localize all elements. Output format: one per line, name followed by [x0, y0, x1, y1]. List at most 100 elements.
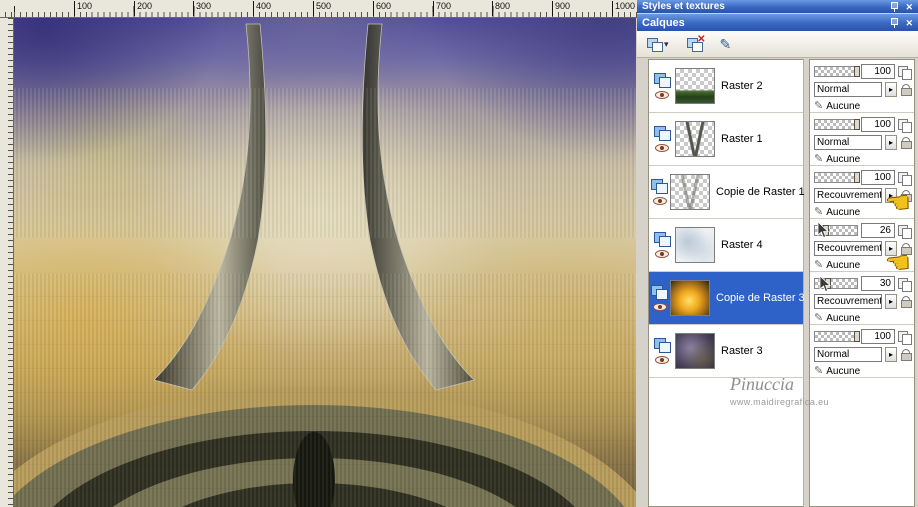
layer-thumbnail[interactable] [670, 280, 710, 316]
layers-palette-title: Calques [642, 16, 685, 29]
visibility-eye-icon[interactable] [652, 303, 667, 311]
blend-mode-arrow-button[interactable]: ▸ [885, 347, 897, 362]
layer-row-icons [651, 126, 673, 152]
layer-thumbnail[interactable] [675, 68, 715, 104]
layer-link-icon[interactable] [898, 118, 912, 133]
layer-name[interactable]: Raster 4 [721, 239, 763, 251]
pin-icon[interactable] [890, 1, 899, 12]
layer-row-icons [651, 179, 668, 205]
opacity-slider[interactable] [814, 119, 860, 130]
opacity-slider[interactable] [814, 331, 860, 342]
layer-name[interactable]: Raster 2 [721, 80, 763, 92]
opacity-slider[interactable] [814, 66, 860, 77]
visibility-eye-icon[interactable] [655, 250, 669, 258]
layer-row[interactable]: Copie de Raster 1 [649, 166, 805, 219]
layer-name[interactable]: Copie de Raster 3 [716, 292, 805, 304]
visibility-eye-icon[interactable] [652, 197, 667, 205]
ruler-label: 700 [433, 1, 451, 16]
blend-mode-arrow-button[interactable]: ▸ [885, 135, 897, 150]
mouse-cursor-icon [817, 221, 830, 239]
link-set-label[interactable]: Aucune [826, 313, 860, 324]
layer-name[interactable]: Raster 3 [721, 345, 763, 357]
layer-link-icon[interactable] [898, 224, 912, 239]
ruler-label: 100 [74, 1, 92, 16]
raster-layer-icon [651, 285, 668, 300]
brush-icon: ✎ [814, 206, 824, 218]
layer-row[interactable]: Raster 4 [649, 219, 803, 272]
layer-thumbnail[interactable] [670, 174, 710, 210]
pointing-hand-icon: ☚ [884, 246, 912, 280]
blend-mode-arrow-button[interactable]: ▸ [885, 294, 897, 309]
blend-mode-select[interactable]: Normal [814, 347, 882, 362]
close-icon[interactable]: ✕ [905, 18, 913, 28]
raster-layer-icon [653, 126, 671, 141]
styles-palette-titlebar[interactable]: Styles et textures ✕ [637, 0, 918, 13]
opacity-value[interactable]: 100 [861, 170, 895, 185]
lock-transparency-icon[interactable] [901, 296, 912, 308]
layer-row-icons [651, 73, 673, 99]
raster-layer-icon [653, 232, 671, 247]
layer-thumbnail[interactable] [675, 121, 715, 157]
layer-link-icon[interactable] [898, 65, 912, 80]
visibility-eye-icon[interactable] [655, 144, 669, 152]
stripe-texture-upper [14, 88, 636, 238]
layer-link-icon[interactable] [898, 171, 912, 186]
opacity-value[interactable]: 100 [861, 64, 895, 79]
lock-transparency-icon[interactable] [901, 84, 912, 96]
layer-row-selected[interactable]: Copie de Raster 3 [649, 272, 805, 325]
stripe-texture-lower [14, 273, 636, 507]
layer-row-icons [651, 285, 668, 311]
layer-row[interactable]: Raster 3 [649, 325, 803, 378]
blend-mode-select[interactable]: Normal [814, 82, 882, 97]
layer-row-icons [651, 232, 673, 258]
blend-mode-arrow-button[interactable]: ▸ [885, 82, 897, 97]
link-set-label[interactable]: Aucune [826, 154, 860, 165]
opacity-value[interactable]: 100 [861, 117, 895, 132]
layer-link-icon[interactable] [898, 330, 912, 345]
link-set-label[interactable]: Aucune [826, 207, 860, 218]
link-set-label[interactable]: Aucune [826, 260, 860, 271]
brush-icon: ✎ [814, 100, 824, 112]
horizontal-ruler[interactable]: 100 200 300 400 500 600 700 800 900 1000 [0, 0, 637, 18]
blend-mode-select[interactable]: Recouvrement [814, 294, 882, 309]
layers-palette-titlebar[interactable]: Calques ✕ [637, 14, 918, 31]
layer-controls: 100 Normal ▸ ✎ Aucune [810, 60, 914, 113]
close-icon[interactable]: ✕ [905, 2, 913, 12]
lock-transparency-icon[interactable] [901, 349, 912, 361]
canvas[interactable] [14, 18, 636, 507]
ruler-label: 400 [253, 1, 271, 16]
new-layer-button[interactable]: ▾ [643, 33, 673, 55]
new-layer-icon [647, 37, 663, 52]
opacity-slider[interactable] [814, 172, 860, 183]
edit-selection-button[interactable]: ✎ [716, 33, 736, 55]
opacity-value[interactable]: 26 [861, 223, 895, 238]
blend-mode-select[interactable]: Recouvrement [814, 188, 882, 203]
layer-thumbnail[interactable] [675, 333, 715, 369]
opacity-value[interactable]: 100 [861, 329, 895, 344]
pin-icon[interactable] [890, 17, 899, 28]
vertical-ruler[interactable] [0, 18, 14, 507]
raster-layer-icon [653, 73, 671, 88]
visibility-eye-icon[interactable] [655, 356, 669, 364]
blend-mode-select[interactable]: Normal [814, 135, 882, 150]
brush-icon: ✎ [814, 259, 824, 271]
blend-mode-select[interactable]: Recouvrement [814, 241, 882, 256]
brush-icon: ✎ [814, 365, 824, 377]
styles-palette-title: Styles et textures [642, 1, 725, 12]
layer-thumbnail[interactable] [675, 227, 715, 263]
layer-name[interactable]: Raster 1 [721, 133, 763, 145]
link-set-label[interactable]: Aucune [826, 366, 860, 377]
ruler-label: 1000 [612, 1, 635, 16]
visibility-eye-icon[interactable] [655, 91, 669, 99]
app-window: 100 200 300 400 500 600 700 800 900 1000 [0, 0, 918, 507]
lock-transparency-icon[interactable] [901, 137, 912, 149]
layer-row[interactable]: Raster 1 [649, 113, 803, 166]
brush-icon: ✎ [814, 312, 824, 324]
layer-row[interactable]: Raster 2 [649, 60, 803, 113]
layer-link-icon[interactable] [898, 277, 912, 292]
delete-layer-button[interactable]: ✕ [683, 33, 706, 55]
layer-name[interactable]: Copie de Raster 1 [716, 186, 805, 198]
layer-controls: 100 Normal ▸ ✎ Aucune [810, 325, 914, 378]
link-set-label[interactable]: Aucune [826, 101, 860, 112]
brush-icon: ✎ [814, 153, 824, 165]
